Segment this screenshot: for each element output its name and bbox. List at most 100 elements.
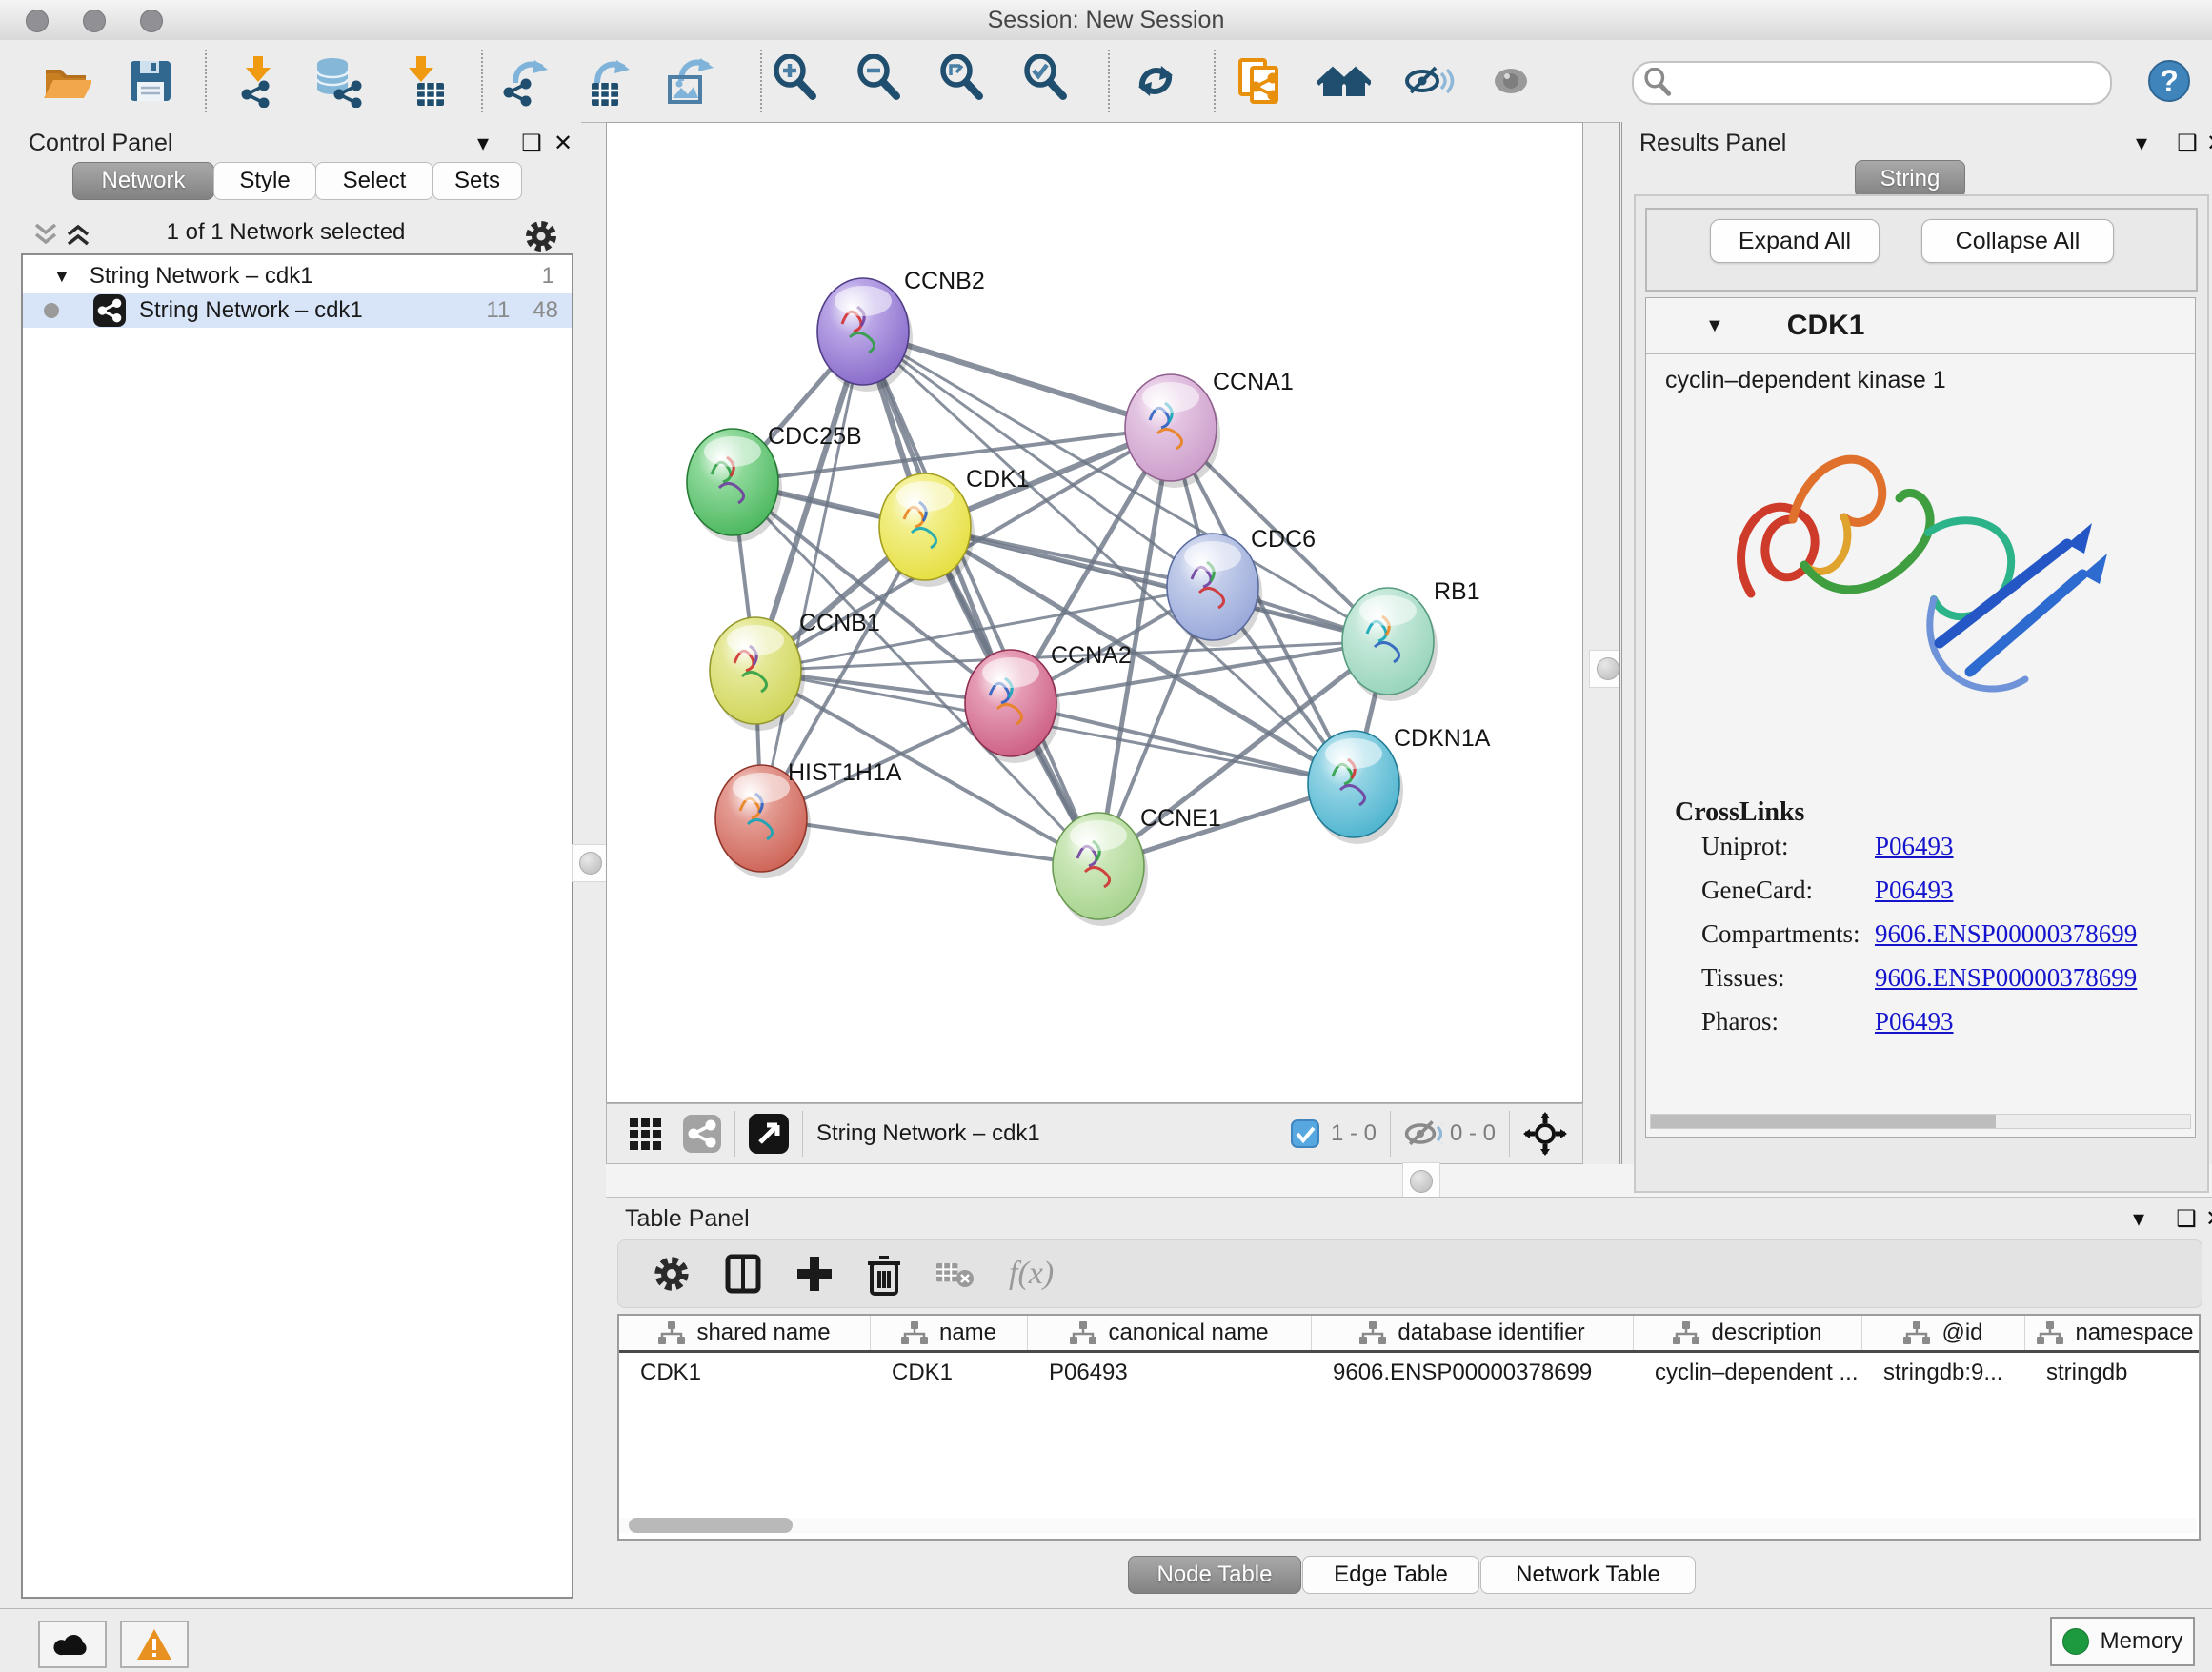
tab-sets[interactable]: Sets bbox=[432, 162, 522, 200]
table-cell[interactable]: stringdb bbox=[2025, 1360, 2201, 1386]
column-header-description[interactable]: description bbox=[1634, 1316, 1862, 1350]
table-panel-float-icon[interactable]: ▾ bbox=[2124, 1205, 2153, 1233]
crosslink-link[interactable]: 9606.ENSP00000378699 bbox=[1875, 919, 2137, 949]
clone-network-icon[interactable] bbox=[1232, 53, 1287, 109]
import-database-icon[interactable] bbox=[311, 53, 366, 109]
tree-expander-icon[interactable]: ▼ bbox=[53, 267, 70, 287]
expand-all-button[interactable]: Expand All bbox=[1710, 219, 1880, 263]
column-header-name[interactable]: name bbox=[871, 1316, 1028, 1350]
entry-expander-icon[interactable]: ▼ bbox=[1705, 315, 1724, 337]
tab-network-table[interactable]: Network Table bbox=[1480, 1556, 1696, 1594]
import-network-icon[interactable] bbox=[231, 53, 286, 109]
network-options-gear-icon[interactable] bbox=[522, 217, 560, 255]
network-node-cdk1[interactable]: CDK1 bbox=[879, 466, 1030, 587]
table-cell[interactable]: CDK1 bbox=[871, 1360, 1028, 1386]
network-node-ccnb1[interactable]: CCNB1 bbox=[710, 610, 880, 731]
zoom-selected-icon[interactable] bbox=[1021, 53, 1076, 109]
network-node-cdkn1a[interactable]: CDKN1A bbox=[1308, 725, 1491, 844]
export-image-icon[interactable] bbox=[661, 53, 716, 109]
help-icon[interactable]: ? bbox=[2142, 53, 2197, 109]
tab-edge-table[interactable]: Edge Table bbox=[1302, 1556, 1479, 1594]
column-header--id[interactable]: @id bbox=[1862, 1316, 2025, 1350]
export-table-icon[interactable] bbox=[577, 53, 633, 109]
control-panel-maximize-icon[interactable]: ❑ bbox=[517, 130, 546, 157]
fit-selected-crosshair-icon[interactable] bbox=[1523, 1112, 1567, 1156]
table-horizontal-scrollbar[interactable] bbox=[619, 1518, 2197, 1533]
crosslink-label: Tissues: bbox=[1701, 963, 1785, 993]
tab-node-table[interactable]: Node Table bbox=[1128, 1556, 1301, 1594]
table-header-row[interactable]: shared namenamecanonical namedatabase id… bbox=[619, 1316, 2199, 1353]
crosslink-link[interactable]: P06493 bbox=[1875, 832, 1954, 861]
export-network-icon[interactable] bbox=[495, 53, 551, 109]
collapse-all-networks-icon[interactable] bbox=[32, 221, 59, 248]
table-options-gear-icon[interactable] bbox=[651, 1253, 693, 1295]
crosslink-link[interactable]: P06493 bbox=[1875, 1007, 1954, 1037]
left-splitter-handle[interactable] bbox=[572, 844, 610, 882]
tab-select[interactable]: Select bbox=[315, 162, 433, 200]
network-tree: ▼ String Network – cdk1 1 String Network… bbox=[21, 253, 573, 1599]
table-cell[interactable]: 9606.ENSP00000378699 bbox=[1312, 1360, 1634, 1386]
column-header-database-identifier[interactable]: database identifier bbox=[1312, 1316, 1634, 1350]
tab-style[interactable]: Style bbox=[213, 162, 316, 200]
crosslink-link[interactable]: P06493 bbox=[1875, 876, 1954, 905]
string-network-graph[interactable]: CCNB2CCNA1CDC25BCDK1CDC6RB1CCNB1CCNA2CDK… bbox=[607, 123, 1582, 1102]
network-node-rb1[interactable]: RB1 bbox=[1342, 578, 1480, 701]
crosslink-link[interactable]: 9606.ENSP00000378699 bbox=[1875, 963, 2137, 993]
cloud-status-button[interactable] bbox=[38, 1621, 107, 1668]
memory-button[interactable]: Memory bbox=[2050, 1617, 2195, 1666]
hide-selected-icon[interactable] bbox=[1400, 53, 1456, 109]
zoom-out-icon[interactable] bbox=[855, 53, 910, 109]
network-grid-view-icon[interactable] bbox=[628, 1115, 666, 1153]
network-node-ccne1[interactable]: CCNE1 bbox=[1053, 805, 1221, 926]
table-cell[interactable]: P06493 bbox=[1028, 1360, 1312, 1386]
selected-checkbox-icon[interactable] bbox=[1291, 1119, 1319, 1148]
show-columns-icon[interactable] bbox=[725, 1253, 763, 1295]
network-node-ccna1[interactable]: CCNA1 bbox=[1125, 369, 1294, 488]
results-panel-float-icon[interactable]: ▾ bbox=[2127, 130, 2156, 157]
network-row-selected[interactable]: String Network – cdk1 11 48 bbox=[23, 293, 572, 328]
open-folder-icon[interactable] bbox=[37, 53, 92, 109]
tab-network[interactable]: Network bbox=[72, 162, 214, 200]
column-header-shared-name[interactable]: shared name bbox=[619, 1316, 871, 1350]
table-cell[interactable]: stringdb:9... bbox=[1862, 1360, 2025, 1386]
search-box[interactable] bbox=[1632, 61, 2112, 105]
zoom-in-icon[interactable] bbox=[771, 53, 826, 109]
column-header-namespace[interactable]: namespace bbox=[2025, 1316, 2201, 1350]
delete-column-icon[interactable] bbox=[866, 1252, 902, 1296]
table-panel-close-icon[interactable]: ✕ bbox=[2201, 1205, 2212, 1233]
birds-eye-view-icon[interactable] bbox=[749, 1114, 789, 1154]
table-cell[interactable]: cyclin–dependent ... bbox=[1634, 1360, 1862, 1386]
save-icon[interactable] bbox=[122, 53, 177, 109]
tab-string[interactable]: String bbox=[1855, 160, 1965, 198]
table-panel-maximize-icon[interactable]: ❑ bbox=[2172, 1205, 2201, 1233]
control-panel-close-icon[interactable]: ✕ bbox=[549, 130, 577, 157]
results-panel-maximize-icon[interactable]: ❑ bbox=[2173, 130, 2202, 157]
refresh-layout-icon[interactable] bbox=[1128, 53, 1183, 109]
results-horizontal-scrollbar[interactable] bbox=[1650, 1114, 2191, 1129]
network-single-view-icon[interactable] bbox=[683, 1115, 721, 1153]
sitemap-icon bbox=[1070, 1321, 1096, 1344]
network-node-ccna2[interactable]: CCNA2 bbox=[965, 642, 1132, 763]
collapse-all-button[interactable]: Collapse All bbox=[1921, 219, 2114, 263]
warnings-button[interactable] bbox=[120, 1621, 189, 1668]
expand-all-networks-icon[interactable] bbox=[65, 221, 91, 248]
table-cell[interactable]: CDK1 bbox=[619, 1360, 871, 1386]
import-table-icon[interactable] bbox=[395, 53, 451, 109]
sitemap-icon bbox=[2037, 1321, 2063, 1344]
zoom-fit-icon[interactable] bbox=[937, 53, 993, 109]
protein-structure-image bbox=[1694, 403, 2151, 775]
network-node-hist1h1a[interactable]: HIST1H1A bbox=[715, 759, 902, 878]
network-view-canvas[interactable]: CCNB2CCNA1CDC25BCDK1CDC6RB1CCNB1CCNA2CDK… bbox=[606, 122, 1583, 1103]
horizontal-splitter-handle[interactable] bbox=[1402, 1162, 1440, 1200]
network-collection-row[interactable]: ▼ String Network – cdk1 1 bbox=[23, 259, 572, 293]
column-header-canonical-name[interactable]: canonical name bbox=[1028, 1316, 1312, 1350]
control-panel-float-icon[interactable]: ▾ bbox=[469, 130, 497, 157]
search-input[interactable] bbox=[1681, 69, 2110, 97]
network-node-ccnb2[interactable]: CCNB2 bbox=[817, 268, 985, 392]
add-column-icon[interactable] bbox=[795, 1253, 834, 1295]
first-neighbors-icon[interactable] bbox=[1317, 53, 1372, 109]
table-row[interactable]: CDK1CDK1P064939606.ENSP00000378699cyclin… bbox=[619, 1353, 2199, 1393]
results-panel-close-icon[interactable]: ✕ bbox=[2202, 130, 2212, 157]
entry-description: cyclin–dependent kinase 1 bbox=[1665, 367, 1946, 394]
show-all-icon[interactable] bbox=[1483, 53, 1538, 109]
